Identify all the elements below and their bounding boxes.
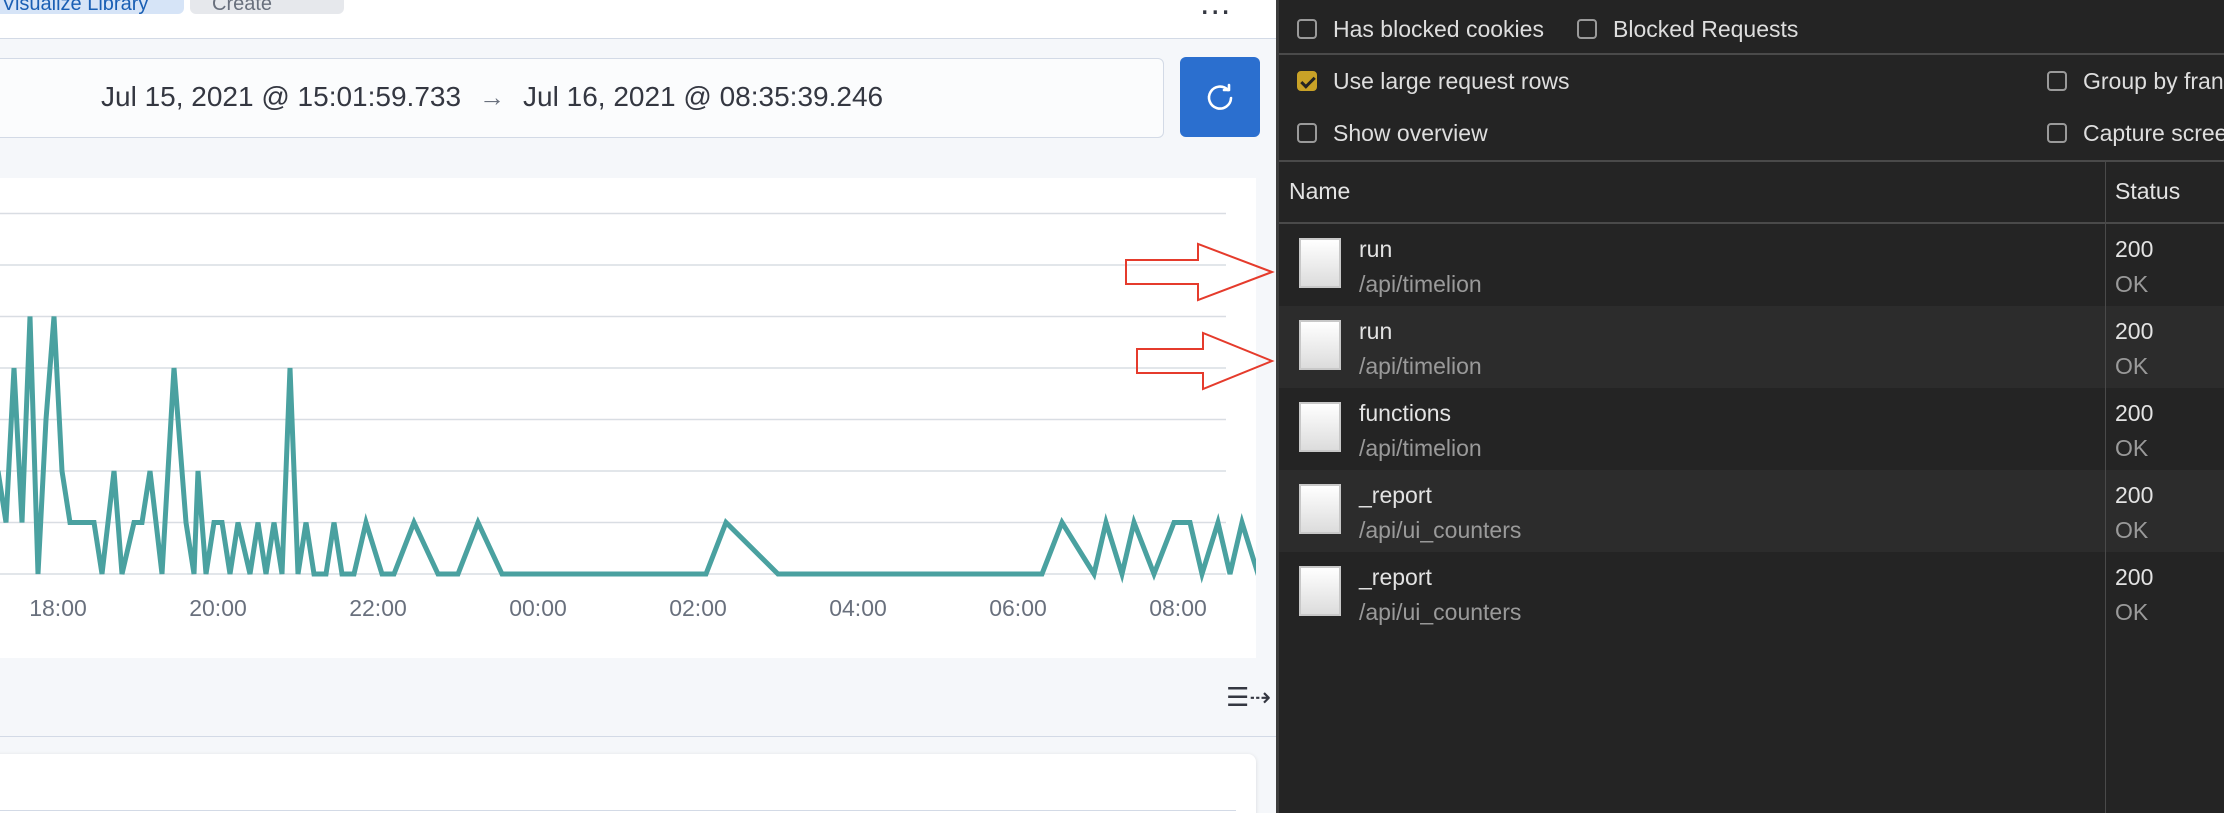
x-tick-label: 22:00	[349, 595, 407, 621]
capture-screenshots-label: Capture scree	[2083, 119, 2224, 146]
kibana-pane: Visualize Library Create ... Jul 15, 202…	[0, 0, 1276, 813]
status-text: OK	[2115, 353, 2149, 379]
x-tick-label: 18:00	[29, 595, 87, 621]
request-table-header: Name Status	[1279, 162, 2224, 224]
status-code: 200	[2115, 236, 2154, 262]
request-path: /api/ui_counters	[1359, 517, 1522, 543]
status-text: OK	[2115, 435, 2149, 461]
time-range-picker[interactable]: Jul 15, 2021 @ 15:01:59.733 → Jul 16, 2021…	[0, 58, 1164, 138]
request-row[interactable]: run /api/timelion 200 OK	[1279, 306, 2224, 388]
blocked-requests-option[interactable]: Blocked Requests	[1577, 3, 1798, 55]
has-blocked-cookies-label: Has blocked cookies	[1333, 15, 1544, 42]
text-wrap-icon[interactable]: ☰⇢	[1226, 682, 1271, 713]
column-header-status[interactable]: Status	[2115, 178, 2180, 205]
request-row[interactable]: _report /api/ui_counters 200 OK	[1279, 552, 2224, 634]
column-header-name[interactable]: Name	[1289, 178, 1350, 205]
request-path: /api/timelion	[1359, 353, 1482, 379]
time-range-text: Jul 15, 2021 @ 15:01:59.733 → Jul 16, 2021…	[101, 81, 883, 113]
status-text: OK	[2115, 517, 2149, 543]
group-by-frame-checkbox[interactable]	[2047, 71, 2067, 91]
show-overview-label: Show overview	[1333, 119, 1488, 146]
timelion-chart: 18:00 20:00 22:00 00:00 02:00 04:00 06:00 08:00	[0, 212, 1256, 621]
x-tick-label: 08:00	[1149, 595, 1207, 621]
request-name: run	[1359, 318, 1393, 344]
x-axis-ticks: 18:00 20:00 22:00 00:00 02:00 04:00 06:00 08:00	[29, 595, 1207, 621]
request-file-icon	[1299, 402, 1341, 452]
group-by-frame-label: Group by fran	[2083, 67, 2224, 94]
column-divider[interactable]	[2105, 162, 2106, 813]
request-file-icon	[1299, 484, 1341, 534]
request-row[interactable]: functions /api/timelion 200 OK	[1279, 388, 2224, 470]
request-name: functions	[1359, 400, 1452, 426]
request-row[interactable]: _report /api/ui_counters 200 OK	[1279, 470, 2224, 552]
request-path: /api/ui_counters	[1359, 599, 1522, 625]
options-row-3: Show overview Capture scree	[1279, 107, 2224, 159]
time-start[interactable]: Jul 15, 2021 @ 15:01:59.733	[101, 81, 461, 112]
devtools-network-panel: Has blocked cookies Blocked Requests Use…	[1276, 0, 2224, 813]
x-tick-label: 02:00	[669, 595, 727, 621]
status-text: OK	[2115, 599, 2149, 625]
has-blocked-cookies-checkbox[interactable]	[1297, 19, 1317, 39]
x-tick-label: 04:00	[829, 595, 887, 621]
request-file-icon	[1299, 566, 1341, 616]
refresh-icon	[1207, 83, 1233, 110]
use-large-rows-checkbox[interactable]	[1297, 71, 1317, 91]
more-options-icon[interactable]: ...	[1200, 0, 1231, 23]
capture-screenshots-option[interactable]: Capture scree	[2047, 107, 2224, 159]
refresh-button[interactable]	[1180, 57, 1260, 137]
options-row-2: Use large request rows Group by fran	[1279, 55, 2224, 107]
status-code: 200	[2115, 482, 2154, 508]
has-blocked-cookies-option[interactable]: Has blocked cookies	[1297, 3, 1544, 55]
show-overview-checkbox[interactable]	[1297, 123, 1317, 143]
request-name: run	[1359, 236, 1393, 262]
request-file-icon	[1299, 320, 1341, 370]
toolbar-strip	[0, 658, 1276, 737]
status-code: 200	[2115, 318, 2154, 344]
status-text: OK	[2115, 271, 2149, 297]
x-tick-label: 20:00	[189, 595, 247, 621]
blocked-requests-checkbox[interactable]	[1577, 19, 1597, 39]
request-file-icon	[1299, 238, 1341, 288]
x-tick-label: 06:00	[989, 595, 1047, 621]
request-name: _report	[1359, 482, 1432, 508]
blocked-requests-label: Blocked Requests	[1613, 15, 1799, 42]
request-row[interactable]: run /api/timelion 200 OK	[1279, 224, 2224, 306]
request-name: _report	[1359, 564, 1432, 590]
show-overview-option[interactable]: Show overview	[1297, 107, 1488, 159]
series-line	[0, 316, 1256, 584]
top-bar: Visualize Library Create ...	[0, 0, 1276, 39]
group-by-frame-option[interactable]: Group by fran	[2047, 55, 2224, 107]
time-end[interactable]: Jul 16, 2021 @ 08:35:39.246	[523, 81, 883, 112]
bottom-card	[0, 754, 1256, 813]
capture-screenshots-checkbox[interactable]	[2047, 123, 2067, 143]
request-path: /api/timelion	[1359, 435, 1482, 461]
status-code: 200	[2115, 564, 2154, 590]
arrow-right-icon: →	[479, 82, 506, 112]
use-large-rows-label: Use large request rows	[1333, 67, 1570, 94]
use-large-rows-option[interactable]: Use large request rows	[1297, 55, 1570, 107]
x-tick-label: 00:00	[509, 595, 567, 621]
breadcrumb-create[interactable]: Create	[190, 0, 344, 15]
breadcrumb-visualize-library[interactable]: Visualize Library	[0, 0, 184, 15]
status-code: 200	[2115, 400, 2154, 426]
request-path: /api/timelion	[1359, 271, 1482, 297]
options-row-1: Has blocked cookies Blocked Requests	[1279, 3, 2224, 55]
